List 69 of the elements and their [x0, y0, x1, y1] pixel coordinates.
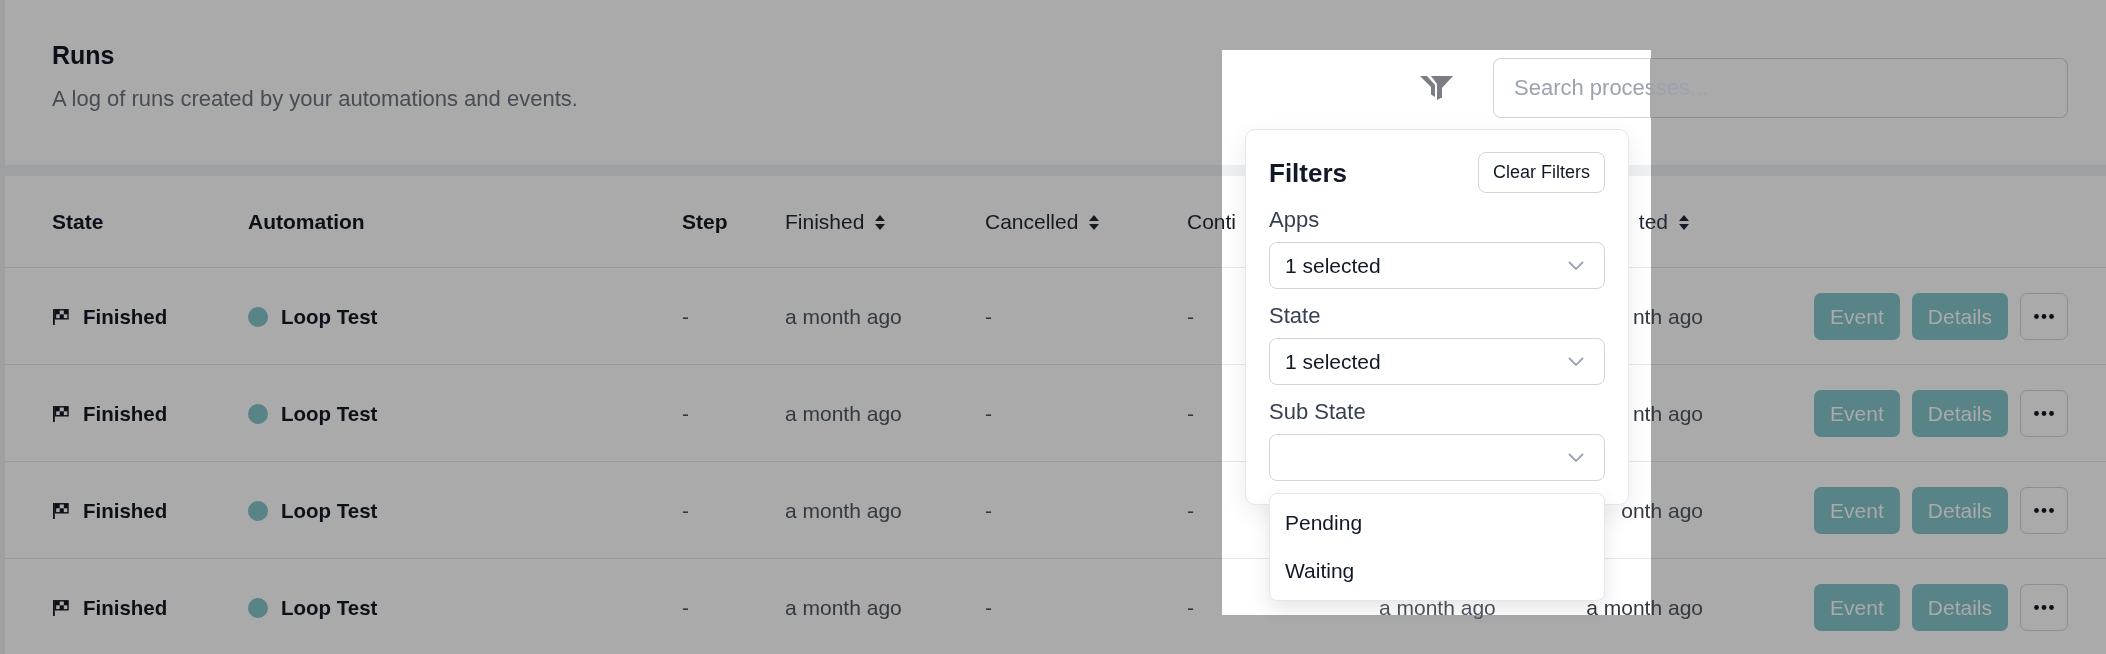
table-cell: - — [985, 595, 992, 620]
more-button[interactable] — [2020, 584, 2068, 631]
select-field[interactable]: 1 selected — [1269, 242, 1605, 289]
dot-icon — [248, 597, 268, 618]
dot-icon — [248, 306, 268, 327]
table-cell: - — [1187, 498, 1194, 523]
column-header: Step — [682, 210, 728, 234]
table-cell: nth ago — [1632, 304, 1703, 329]
table-cell: - — [985, 304, 992, 329]
table-cell: - — [682, 498, 689, 523]
automation-name: Loop Test — [281, 498, 378, 523]
checkered-flag-icon — [52, 308, 69, 325]
dot-icon — [248, 500, 268, 521]
table-cell: nth ago — [1632, 401, 1703, 426]
table-cell: a month ago — [1379, 595, 1496, 620]
clear-filters-button[interactable]: Clear Filters — [1478, 152, 1605, 193]
table-cell: - — [1187, 401, 1194, 426]
automation-name: Loop Test — [281, 401, 378, 426]
table-cell: - — [985, 401, 992, 426]
field-label: Sub State — [1269, 399, 1367, 425]
checkered-flag-icon — [52, 405, 69, 422]
table-cell: - — [985, 498, 992, 523]
table-cell: a month ago — [785, 401, 902, 426]
field-label: State — [1269, 303, 1322, 329]
table-cell: - — [1187, 595, 1194, 620]
state-label: Finished — [83, 304, 168, 329]
more-button[interactable] — [2020, 390, 2068, 437]
chevron-down-icon — [1568, 261, 1584, 270]
state-label: Finished — [83, 595, 168, 620]
more-icon — [2034, 605, 2054, 610]
table-cell: a month ago — [1586, 595, 1703, 620]
sort-icon — [874, 213, 887, 231]
dropdown-option[interactable]: Waiting — [1270, 547, 1604, 595]
field-label: Apps — [1269, 207, 1321, 233]
sort-icon — [1678, 213, 1690, 231]
more-button[interactable] — [2020, 487, 2068, 534]
state-label: Finished — [83, 401, 168, 426]
select-field[interactable]: 1 selected — [1269, 338, 1605, 385]
automation-name: Loop Test — [281, 595, 378, 620]
filter-icon[interactable] — [1420, 76, 1453, 100]
table-cell: a month ago — [785, 498, 902, 523]
table-cell: - — [1187, 304, 1194, 329]
dropdown-option[interactable]: Pending — [1270, 499, 1604, 547]
table-cell: a month ago — [785, 595, 902, 620]
state-label: Finished — [83, 498, 168, 523]
checkered-flag-icon — [52, 599, 69, 616]
more-icon — [2034, 508, 2054, 513]
more-icon — [2034, 314, 2054, 319]
dot-icon — [248, 403, 268, 424]
table-cell: onth ago — [1621, 498, 1703, 523]
checkered-flag-icon — [52, 502, 69, 519]
more-icon — [2034, 411, 2054, 416]
popover-title: Filters — [1269, 157, 1348, 188]
table-cell: a month ago — [785, 304, 902, 329]
select-field[interactable] — [1269, 434, 1605, 481]
column-header: State — [52, 210, 104, 234]
page-title: Runs — [52, 40, 116, 70]
table-cell: - — [682, 304, 689, 329]
chevron-down-icon — [1568, 357, 1584, 366]
more-button[interactable] — [2020, 293, 2068, 340]
sort-column-header[interactable]: Finished — [785, 210, 887, 234]
sort-column-header[interactable]: Cancelled — [985, 210, 1101, 234]
table-cell: - — [682, 401, 689, 426]
automation-name: Loop Test — [281, 304, 378, 329]
sort-icon — [1088, 213, 1101, 231]
chevron-down-icon — [1568, 453, 1584, 462]
table-cell: - — [682, 595, 689, 620]
page-subtitle: A log of runs created by your automations and events. — [52, 85, 578, 113]
column-header: Automation — [248, 210, 365, 234]
